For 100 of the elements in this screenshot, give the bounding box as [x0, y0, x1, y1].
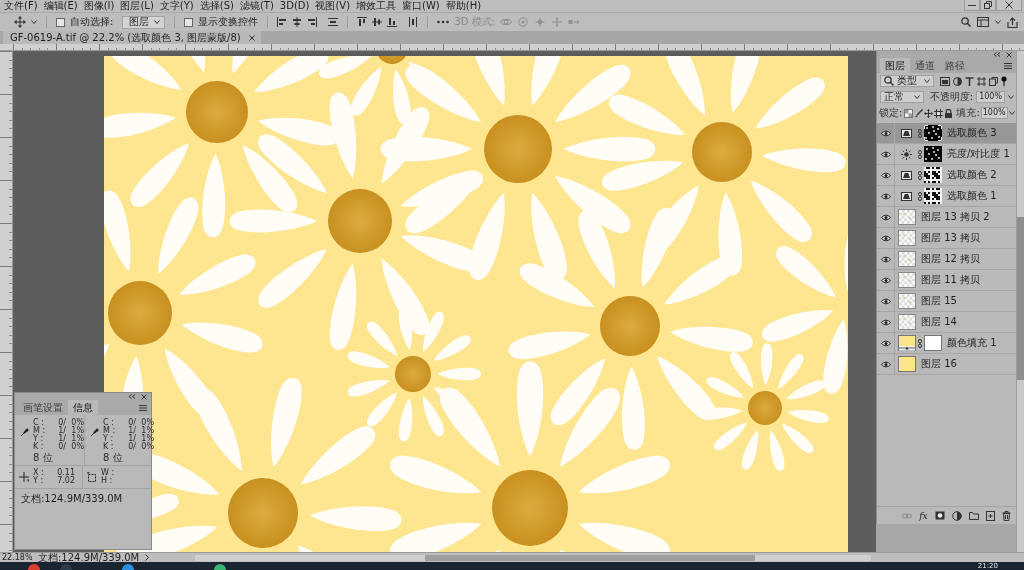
- smart-object-filter-icon[interactable]: [989, 76, 998, 86]
- layer-select-dropdown[interactable]: 图层: [122, 15, 166, 29]
- more-options-icon[interactable]: [437, 20, 450, 24]
- caret-icon[interactable]: [31, 20, 37, 24]
- search-icon[interactable]: [961, 17, 971, 27]
- fill-field[interactable]: 100%: [980, 107, 1008, 119]
- trash-icon[interactable]: [1001, 510, 1011, 521]
- move-tool-icon[interactable]: [14, 16, 26, 28]
- menu-item[interactable]: 文件(F): [1, 0, 41, 12]
- collapse-icon[interactable]: [993, 52, 1001, 57]
- chain-icon[interactable]: [918, 338, 922, 348]
- filter-toggle-icon[interactable]: [1001, 76, 1007, 86]
- workspace-icon[interactable]: [977, 17, 989, 27]
- layer-row[interactable]: 选取颜色 3: [877, 123, 1016, 144]
- folder-icon[interactable]: [968, 511, 979, 520]
- eye-icon[interactable]: [880, 360, 891, 368]
- layer-row[interactable]: 图层 15: [877, 291, 1016, 312]
- chain-icon[interactable]: [918, 149, 922, 159]
- layer-row[interactable]: 亮度/对比度 1: [877, 144, 1016, 165]
- eye-icon[interactable]: [880, 129, 891, 137]
- layer-row[interactable]: 图层 12 拷贝: [877, 249, 1016, 270]
- close-button[interactable]: [996, 0, 1022, 11]
- layer-row[interactable]: 图层 14: [877, 312, 1016, 333]
- menu-item[interactable]: 选择(S): [196, 0, 237, 12]
- adjustment-filter-icon[interactable]: [953, 76, 962, 86]
- align-bottom-icon[interactable]: [387, 17, 398, 27]
- app-icon[interactable]: [214, 563, 226, 570]
- panel-menu-icon[interactable]: [1004, 62, 1012, 69]
- transform-controls-checkbox[interactable]: [184, 17, 194, 27]
- menu-item[interactable]: 帮助(H): [442, 0, 485, 12]
- layer-row[interactable]: 图层 11 拷贝: [877, 270, 1016, 291]
- caret-icon[interactable]: [995, 20, 1001, 24]
- align-vertical-center-icon[interactable]: [372, 17, 383, 27]
- align-top-icon[interactable]: [357, 17, 368, 27]
- eye-icon[interactable]: [880, 255, 891, 263]
- layer-thumbnail[interactable]: [898, 230, 916, 246]
- lock-brush-icon[interactable]: [914, 108, 924, 118]
- menu-item[interactable]: 编辑(E): [40, 0, 81, 12]
- add-mask-icon[interactable]: [934, 511, 945, 520]
- menu-item[interactable]: 视图(V): [312, 0, 354, 12]
- menu-item[interactable]: 窗口(W): [399, 0, 443, 12]
- layer-thumbnail[interactable]: [898, 251, 916, 267]
- close-icon[interactable]: [141, 393, 147, 400]
- crosshair-icon[interactable]: [19, 472, 29, 482]
- align-left-icon[interactable]: [277, 17, 288, 27]
- auto-select-checkbox[interactable]: [56, 17, 65, 27]
- restore-button[interactable]: [980, 0, 996, 11]
- menu-item[interactable]: 图像(I): [80, 0, 118, 12]
- lock-position-icon[interactable]: [924, 108, 934, 118]
- opacity-field[interactable]: 100%: [976, 91, 1005, 103]
- menu-item[interactable]: 3D(D): [276, 0, 313, 12]
- new-layer-icon[interactable]: [985, 510, 995, 521]
- panel-menu-icon[interactable]: [139, 404, 147, 411]
- layer-mask-thumbnail[interactable]: [924, 188, 942, 204]
- eye-icon[interactable]: [880, 318, 891, 326]
- layer-row[interactable]: 图层 16: [877, 354, 1016, 375]
- distribute-horizontal-spacing-icon[interactable]: [408, 17, 419, 27]
- eye-icon[interactable]: [880, 213, 891, 221]
- eyedropper-icon[interactable]: [20, 428, 29, 437]
- scrollbar-thumb[interactable]: [1017, 217, 1024, 380]
- menu-item[interactable]: 图层(L): [117, 0, 157, 12]
- eye-icon[interactable]: [880, 192, 891, 200]
- lock-icon[interactable]: [944, 108, 954, 118]
- scrollbar-thumb[interactable]: [425, 554, 756, 561]
- layer-thumbnail[interactable]: [898, 356, 916, 372]
- app-icon[interactable]: [122, 563, 134, 570]
- vertical-scrollbar[interactable]: [1016, 51, 1024, 552]
- panel-tab[interactable]: 图层: [880, 58, 910, 73]
- eye-icon[interactable]: [880, 171, 891, 179]
- horizontal-scrollbar[interactable]: [195, 554, 872, 561]
- menu-item[interactable]: 文字(Y): [156, 0, 197, 12]
- selection-size-icon[interactable]: [87, 472, 97, 482]
- layer-thumbnail[interactable]: [898, 272, 916, 288]
- menu-item[interactable]: 滤镜(T): [236, 0, 277, 12]
- type-filter-icon[interactable]: [965, 76, 974, 86]
- chain-icon[interactable]: [918, 170, 922, 180]
- chain-icon[interactable]: [918, 128, 922, 138]
- close-icon[interactable]: [1006, 51, 1012, 58]
- layer-mask-thumbnail[interactable]: [924, 146, 942, 162]
- pixel-filter-icon[interactable]: [940, 76, 950, 86]
- close-icon[interactable]: [248, 34, 255, 41]
- zoom-level[interactable]: 22.18%: [2, 553, 32, 562]
- eyedropper-icon[interactable]: [90, 428, 99, 437]
- collapse-icon[interactable]: [128, 394, 136, 399]
- caret-icon[interactable]: [1008, 111, 1015, 115]
- align-horizontal-center-icon[interactable]: [292, 17, 303, 27]
- caret-icon[interactable]: [1008, 95, 1014, 99]
- layer-row[interactable]: 图层 13 拷贝: [877, 228, 1016, 249]
- layer-thumbnail[interactable]: [898, 209, 916, 225]
- lock-artboard-icon[interactable]: [934, 108, 944, 118]
- filter-kind-dropdown[interactable]: 类型: [880, 75, 934, 87]
- layer-row[interactable]: 选取颜色 2: [877, 165, 1016, 186]
- layer-style-button[interactable]: fx: [919, 510, 928, 521]
- eye-icon[interactable]: [880, 150, 891, 158]
- minimize-button[interactable]: [964, 0, 980, 11]
- eye-icon[interactable]: [880, 339, 891, 347]
- adjustment-icon[interactable]: [951, 510, 962, 521]
- blend-mode-dropdown[interactable]: 正常: [880, 91, 924, 103]
- share-icon[interactable]: [1007, 16, 1018, 28]
- layer-row[interactable]: 图层 13 拷贝 2: [877, 207, 1016, 228]
